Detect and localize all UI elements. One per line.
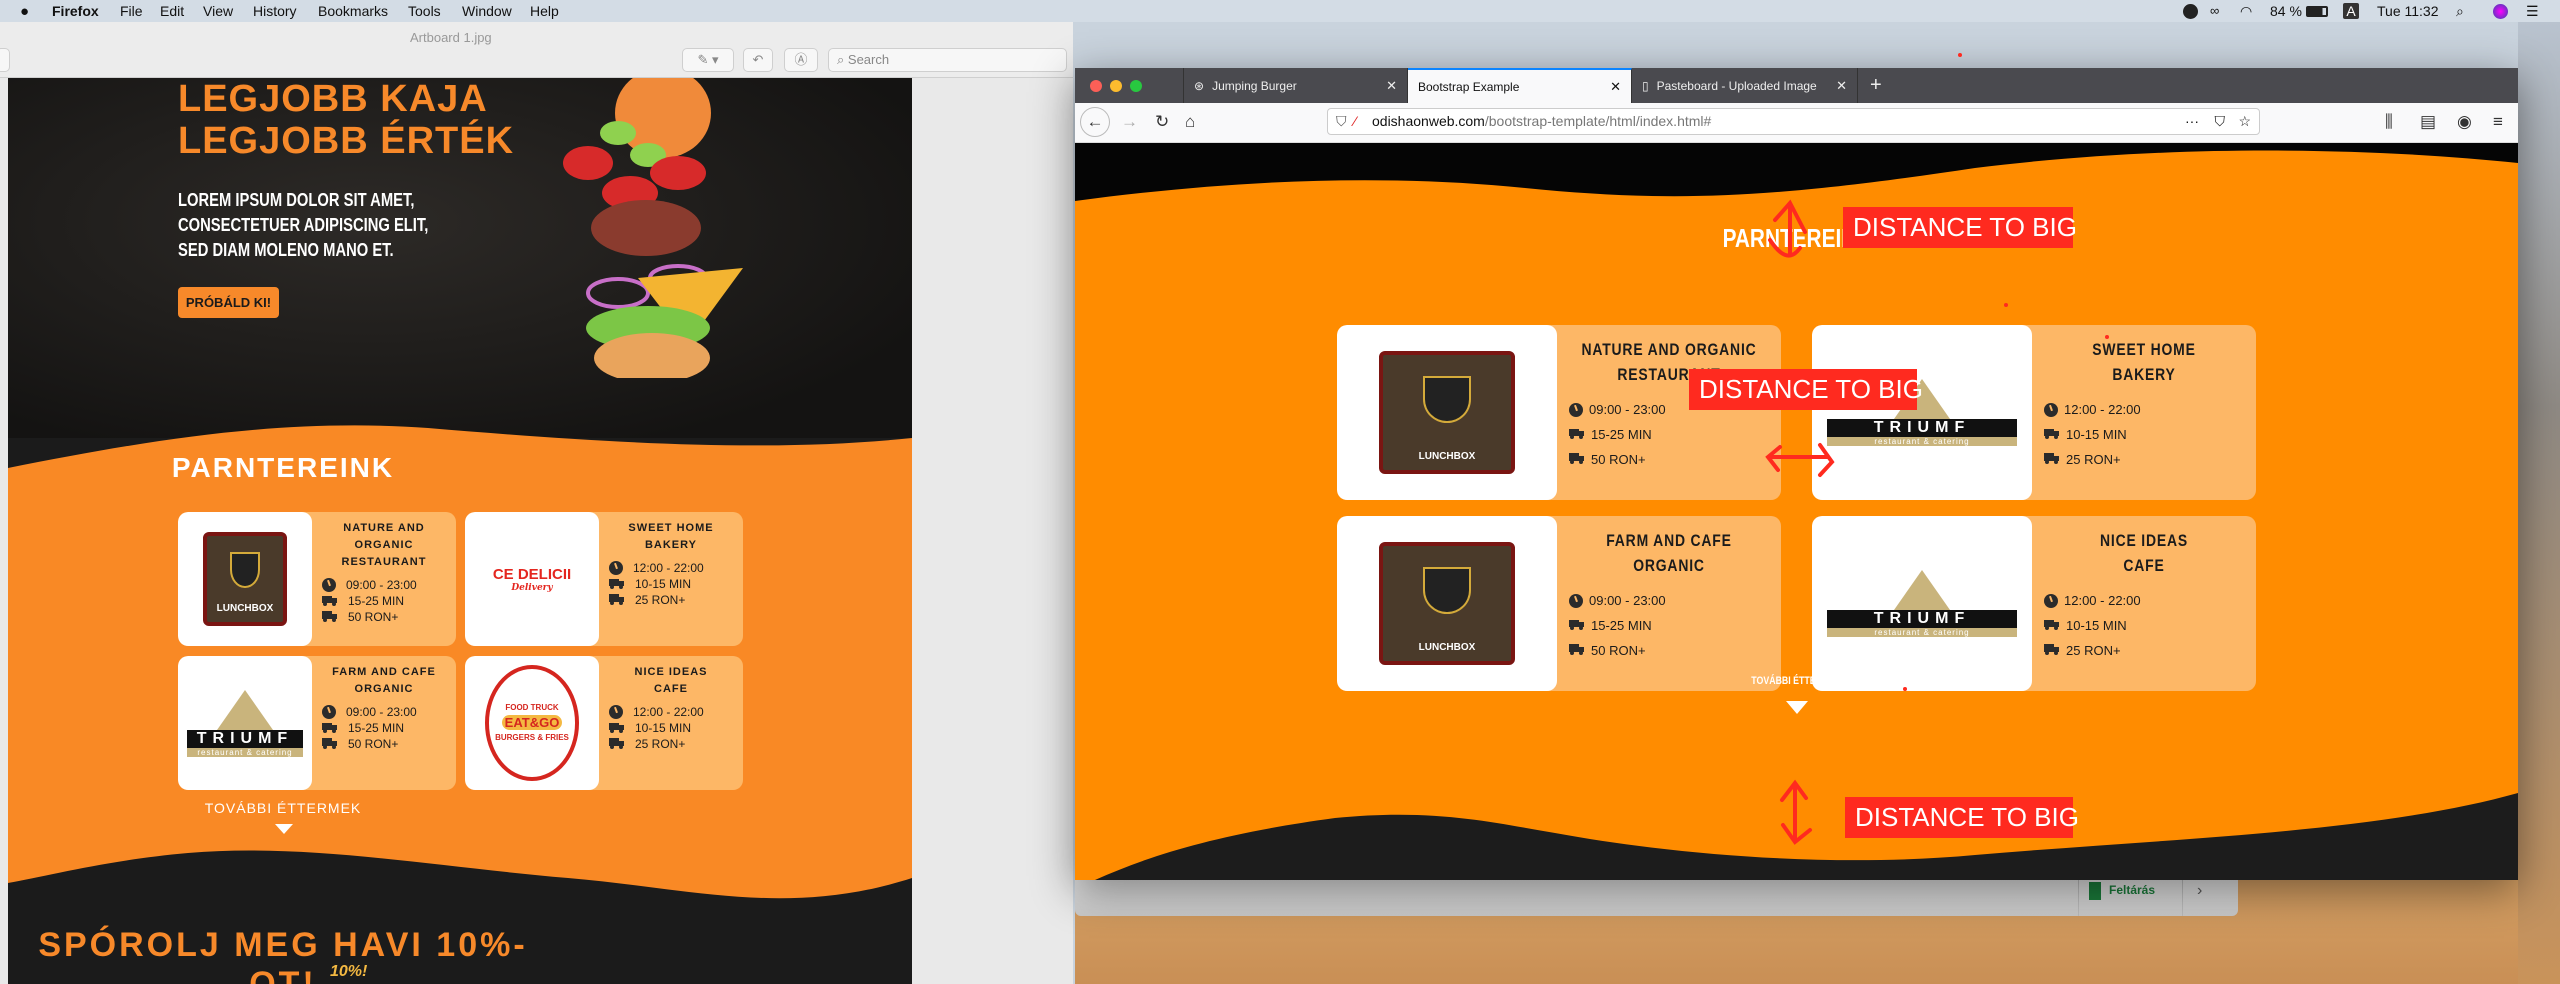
annotation-label: DISTANCE TO BIG bbox=[1689, 369, 1923, 410]
vertical-arrow-bottom bbox=[1780, 779, 1812, 845]
annotation-label: DISTANCE TO BIG bbox=[1843, 207, 2077, 248]
vertical-arrow-top bbox=[1768, 199, 1807, 258]
annotation-label: DISTANCE TO BIG bbox=[1845, 797, 2079, 838]
horizontal-arrow bbox=[1765, 443, 1835, 477]
annotation-arrows bbox=[1765, 53, 2109, 845]
